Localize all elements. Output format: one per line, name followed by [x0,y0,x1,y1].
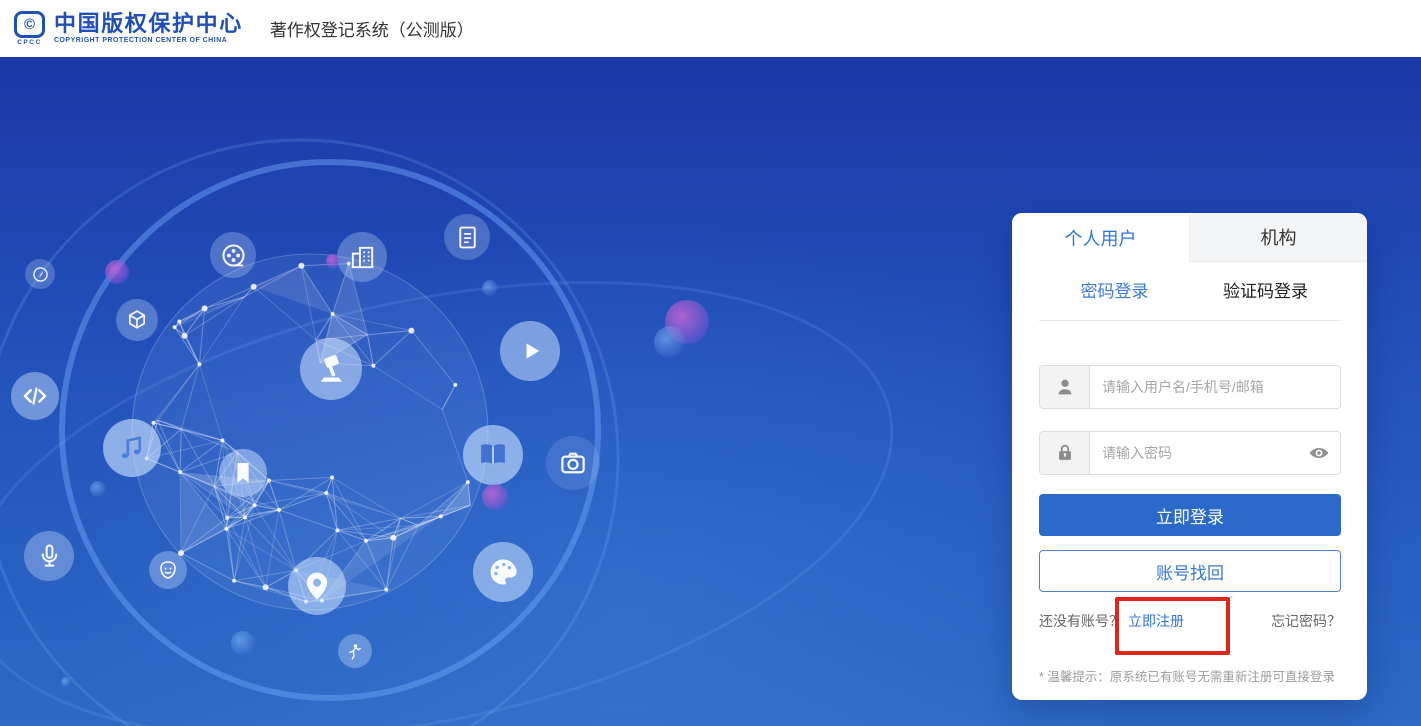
bookmark-icon [219,449,267,497]
tab-personal-user-label: 个人用户 [1065,225,1137,251]
compass-icon [25,259,55,289]
system-title: 著作权登记系统（公测版） [270,16,474,41]
no-account-text: 还没有账号？ [1039,611,1123,631]
login-panel: 个人用户 机构 密码登录 验证码登录 立即登录 [1012,213,1367,700]
cpcc-logo-icon: © CPCC [14,11,45,46]
tab-personal-user[interactable]: 个人用户 [1012,213,1189,262]
open-book-icon [463,425,523,485]
username-field-group [1039,365,1341,409]
code-icon [11,372,59,420]
tip-note: * 温馨提示：原系统已有账号无需重新注册可直接登录 [1039,668,1347,687]
user-icon [1040,366,1090,408]
microphone-icon [24,531,74,581]
bokeh-dot [231,631,255,655]
bokeh-dot [482,280,498,296]
tab-code-login[interactable]: 验证码登录 [1190,277,1341,307]
bokeh-dot [482,484,508,510]
gavel-icon [300,338,362,400]
dancer-icon [338,634,372,668]
music-icon [103,419,161,477]
location-pin-icon [288,557,346,615]
password-input[interactable] [1090,432,1298,474]
tab-organization-label: 机构 [1261,224,1297,250]
play-icon [500,321,560,381]
bokeh-dot [61,677,71,687]
cube-icon [116,299,158,341]
camera-icon [546,436,600,490]
tab-organization[interactable]: 机构 [1189,213,1367,262]
logo-name-en: COPYRIGHT PROTECTION CENTER OF CHINA [54,38,243,45]
bottom-links-row: 还没有账号？ 立即注册 忘记密码？ [1039,609,1341,633]
username-input[interactable] [1090,366,1340,408]
opera-mask-icon [149,551,187,589]
palette-icon [473,542,533,602]
logo-name-zh: 中国版权保护中心 [54,13,243,35]
forgot-password-link[interactable]: 忘记密码？ [1271,611,1341,631]
page: © CPCC 中国版权保护中心 COPYRIGHT PROTECTION CEN… [0,0,1421,726]
tab-password-login[interactable]: 密码登录 [1039,277,1190,307]
logo-text: 中国版权保护中心 COPYRIGHT PROTECTION CENTER OF … [54,13,243,45]
document-icon [444,214,490,260]
lock-icon [1040,432,1090,474]
copyright-symbol: © [14,11,45,38]
divider [1039,320,1341,321]
user-type-tabs: 个人用户 机构 [1012,213,1367,262]
bokeh-dot [326,254,340,268]
film-reel-icon [210,232,256,278]
password-field-group [1039,431,1341,475]
register-link[interactable]: 立即注册 [1128,611,1184,631]
login-button[interactable]: 立即登录 [1039,494,1341,536]
bokeh-dot [90,481,106,497]
account-recovery-button[interactable]: 账号找回 [1039,550,1341,592]
top-header: © CPCC 中国版权保护中心 COPYRIGHT PROTECTION CEN… [0,0,1421,57]
building-icon [337,232,387,282]
bokeh-dot [654,326,686,358]
login-method-tabs: 密码登录 验证码登录 [1039,277,1341,307]
toggle-password-visibility-icon[interactable] [1298,432,1340,474]
logo-abbr: CPCC [17,39,42,46]
cpcc-logo: © CPCC 中国版权保护中心 COPYRIGHT PROTECTION CEN… [14,11,243,46]
bokeh-dot [105,260,129,284]
